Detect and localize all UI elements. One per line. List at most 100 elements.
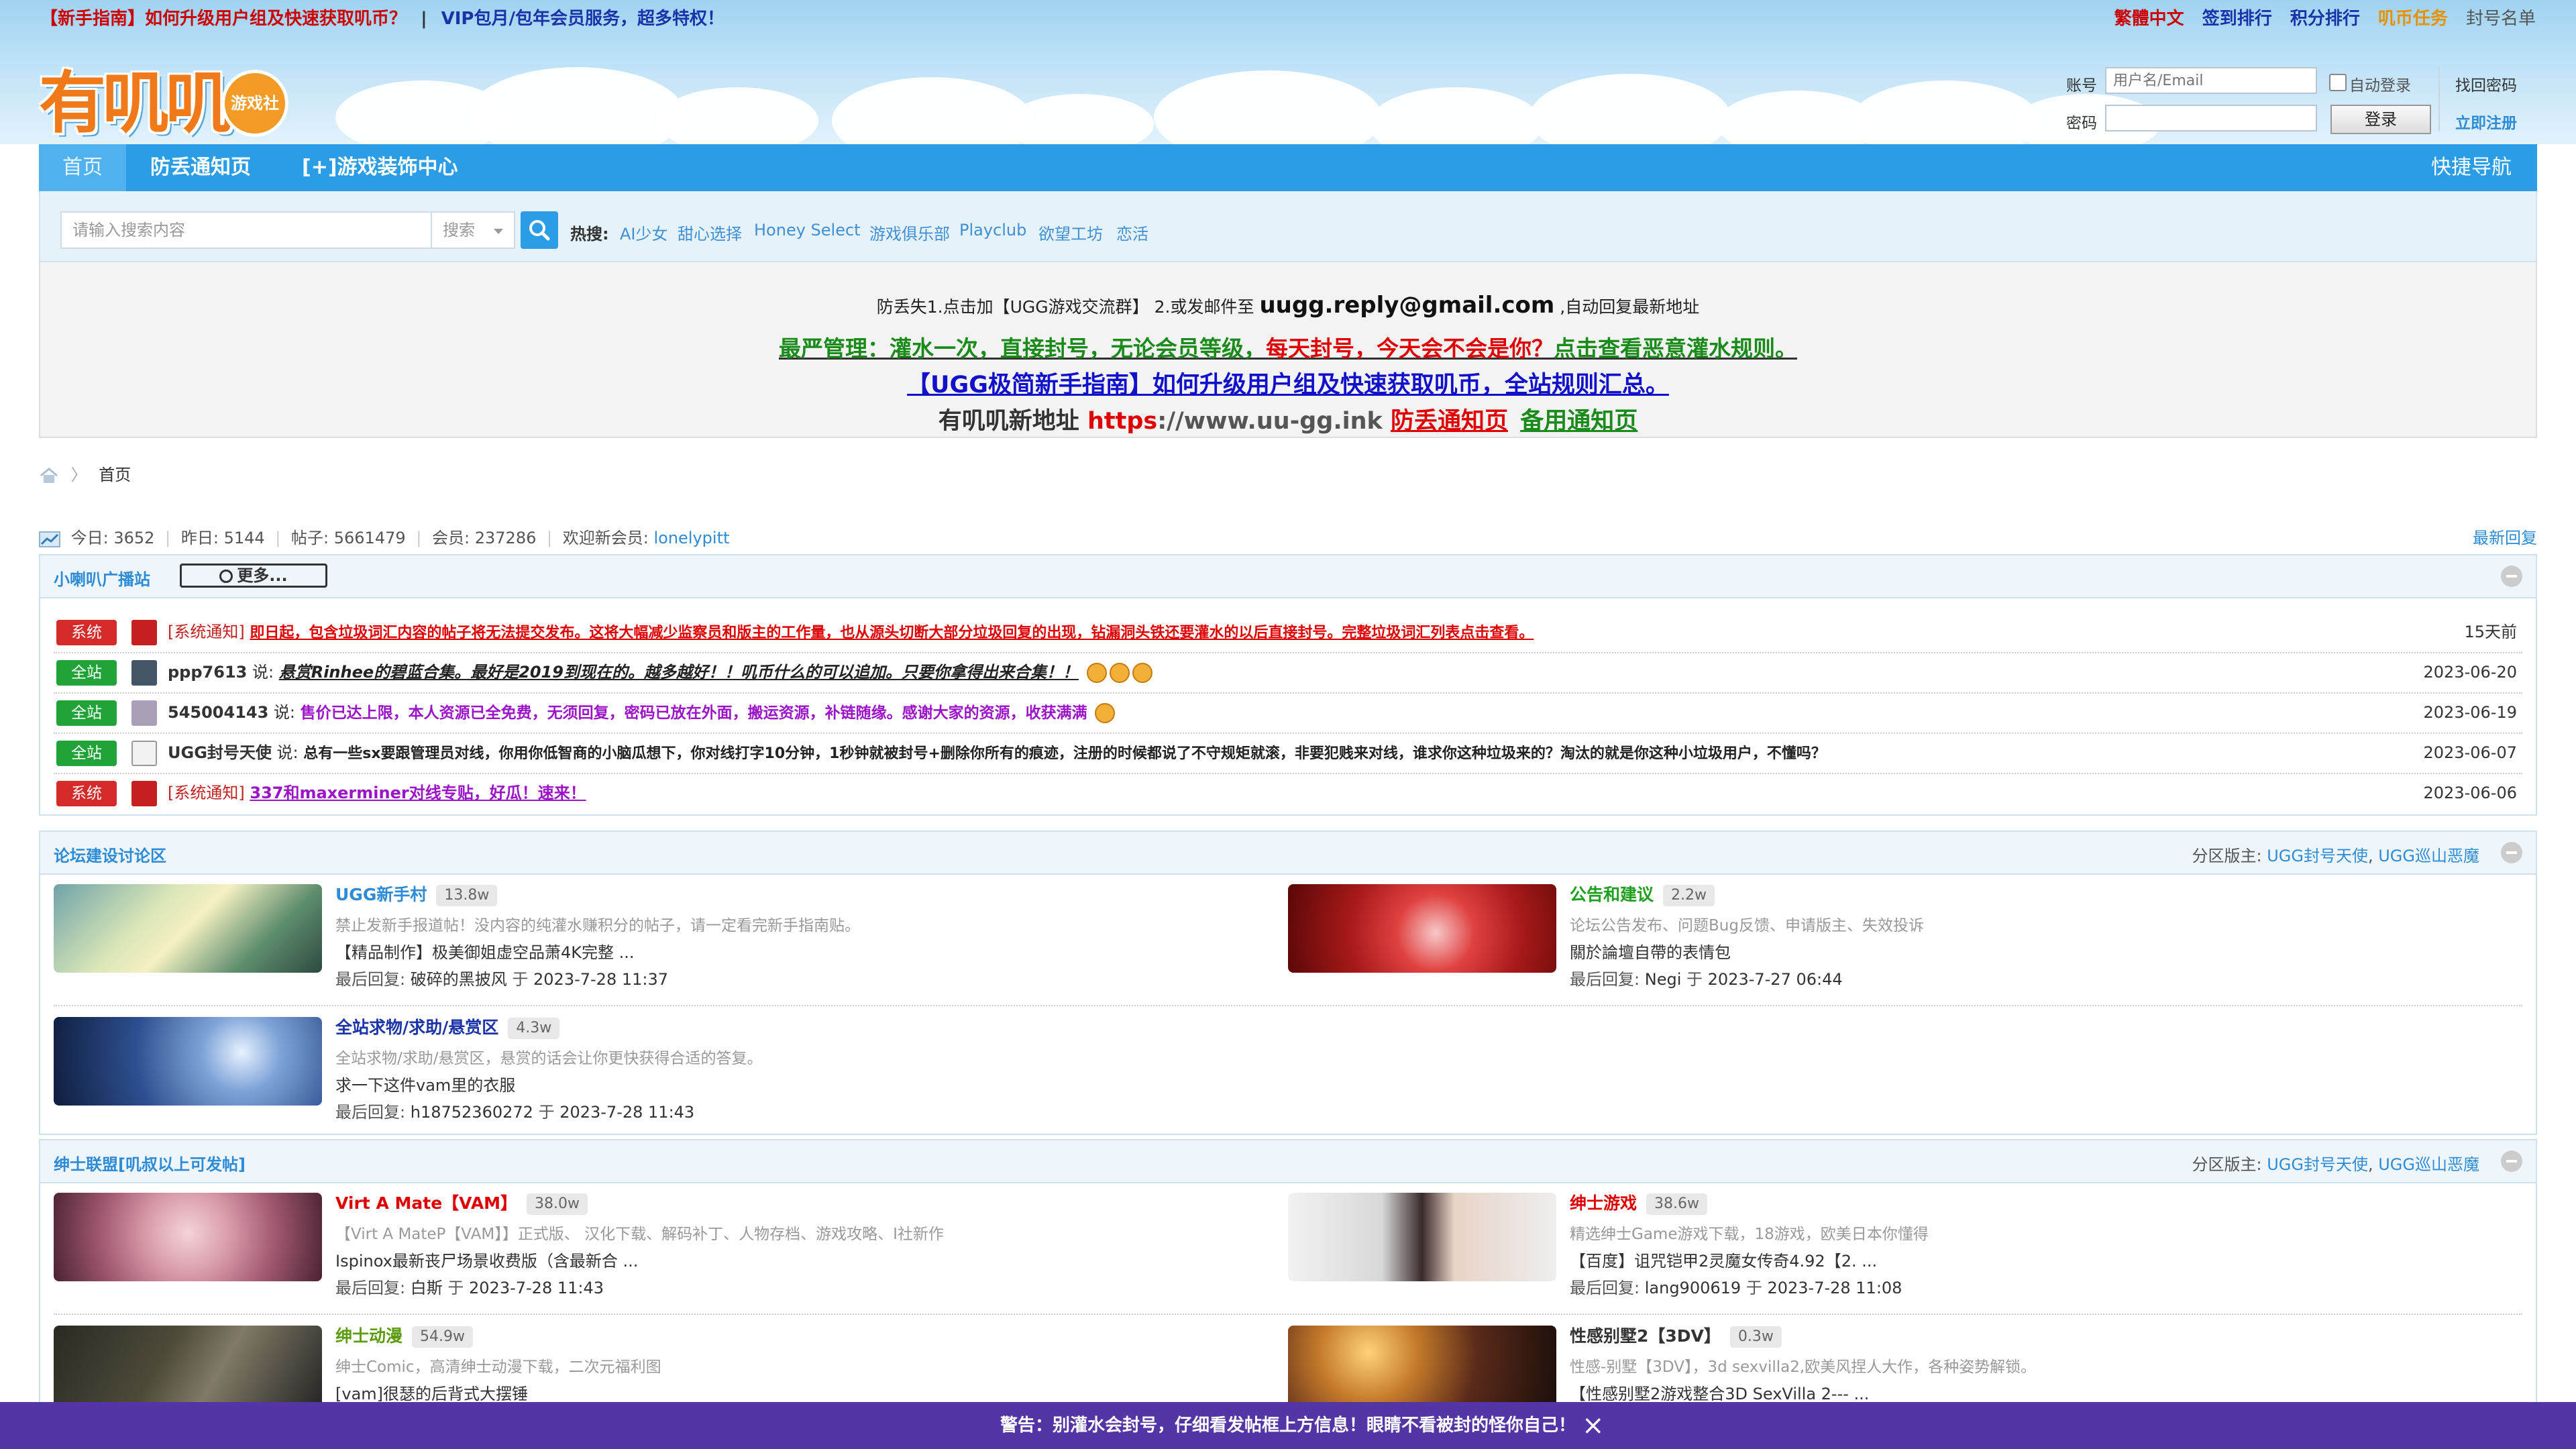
forum-name[interactable]: 绅士动漫 [335, 1326, 402, 1346]
broadcast-row[interactable]: 全站 UGG封号天使 说: 总有一些sx要跟管理员对线，你用你低智商的小脑瓜想下… [54, 733, 2522, 774]
collapse-icon[interactable] [2501, 566, 2522, 587]
forum-thumbnail[interactable] [54, 1193, 322, 1281]
forum-name[interactable]: 公告和建议 [1570, 885, 1654, 904]
moderator-link[interactable]: UGG封号天使 [2267, 1155, 2368, 1174]
avatar[interactable] [131, 741, 157, 766]
section-title[interactable]: 论坛建设讨论区 [54, 843, 166, 866]
announce-guide-link[interactable]: 【UGG极简新手指南】如何升级用户组及快速获取叽币，全站规则汇总。 [40, 366, 2536, 400]
row-message[interactable]: 悬赏Rinhee的碧蓝合集。最好是2019到现在的。越多越好！！叽币什么的可以追… [279, 663, 1079, 682]
last-reply-user[interactable]: h18752360272 [411, 1103, 533, 1122]
close-icon[interactable]: × [1582, 1402, 1605, 1449]
announce-rules-link[interactable]: 最严管理：灌水一次，直接封号，无论会员等级，每天封号，今天会不会是你？点击查看恶… [40, 331, 2536, 363]
row-message[interactable]: 总有一些sx要跟管理员对线，你用你低智商的小脑瓜想下，你对线打字10分钟，1秒钟… [303, 745, 1826, 762]
search-type-select[interactable]: 搜索 [432, 211, 515, 249]
row-user[interactable]: UGG封号天使 [168, 743, 272, 762]
nav-quick-nav[interactable]: 快捷导航 [2431, 144, 2512, 191]
latest-reply-link[interactable]: 最新回复 [2473, 525, 2537, 548]
hot-search-link[interactable]: Playclub [959, 221, 1026, 239]
forum-thumbnail[interactable] [1288, 884, 1556, 973]
broadcast-row[interactable]: 系统 [系统通知] 337和maxerminer对线专贴，好瓜！速来！ 2023… [54, 773, 2522, 813]
moderator-link[interactable]: UGG封号天使 [2267, 847, 2368, 865]
row-user[interactable]: ppp7613 [168, 663, 247, 682]
moderator-link[interactable]: UGG巡山恶魔 [2378, 847, 2479, 865]
collapse-icon[interactable] [2501, 842, 2522, 863]
home-icon[interactable] [39, 466, 59, 485]
announce-rules-b: 每天封号，今天会不会是你？ [1266, 335, 1554, 362]
last-thread-link[interactable]: 【性感别墅2游戏整合3D SexVilla 2--- ... [1570, 1381, 1869, 1404]
forum-name[interactable]: Virt A Mate【VAM】 [335, 1193, 517, 1213]
password-input[interactable] [2105, 105, 2317, 131]
register-link[interactable]: 立即注册 [2455, 110, 2517, 133]
forum-thumbnail[interactable] [1288, 1193, 1556, 1281]
row-message[interactable]: 337和maxerminer对线专贴，好瓜！速来！ [250, 784, 586, 802]
hot-search-link[interactable]: 欲望工坊 [1038, 221, 1103, 244]
last-thread-link[interactable]: 【百度】诅咒铠甲2灵魔女传奇4.92【2. ... [1570, 1248, 1877, 1271]
broadcast-row[interactable]: 系统 [系统通知] 即日起，包含垃圾词汇内容的帖子将无法提交发布。这将大幅减少监… [54, 612, 2522, 653]
clock-icon [219, 570, 233, 583]
nav-lost-notice[interactable]: 防丢通知页 [150, 144, 251, 191]
hot-search-link[interactable]: AI少女 [620, 221, 668, 244]
moderator-link[interactable]: UGG巡山恶魔 [2378, 1155, 2479, 1174]
row-message[interactable]: 售价已达上限，本人资源已全免费，无须回复，密码已放在外面，搬运资源，补链随缘。感… [301, 704, 1087, 722]
avatar[interactable] [131, 700, 157, 726]
forum-name[interactable]: 全站求物/求助/悬赏区 [335, 1018, 498, 1037]
warning-text: 警告：别灌水会封号，仔细看发帖框上方信息！眼睛不看被封的怪你自己！ [1000, 1415, 1576, 1436]
collapse-icon[interactable] [2501, 1150, 2522, 1172]
last-reply-user[interactable]: lang900619 [1645, 1279, 1741, 1297]
at-label: 于 [447, 1279, 464, 1297]
login-button[interactable]: 登录 [2330, 105, 2431, 134]
lost-notice-link[interactable]: 防丢通知页 [1391, 408, 1508, 435]
row-user[interactable]: 545004143 [168, 703, 268, 722]
last-thread-link[interactable]: [vam]很瑟的后背式大摆锤 [335, 1381, 528, 1404]
broadcast-title[interactable]: 小喇叭广播站 [54, 566, 150, 590]
avatar[interactable] [131, 660, 157, 686]
last-reply-user[interactable]: Negi [1645, 970, 1682, 989]
row-user[interactable]: [系统通知] [168, 784, 245, 802]
broadcast-more-button[interactable]: 更多... [180, 564, 327, 588]
forum-name[interactable]: 绅士游戏 [1570, 1193, 1637, 1213]
hot-search-link[interactable]: Honey Select [754, 221, 861, 239]
forum-name[interactable]: UGG新手村 [335, 885, 427, 904]
last-thread-link[interactable]: 【精品制作】极美御姐虚空品萧4K完整 ... [335, 939, 635, 963]
last-reply-user[interactable]: 破碎的黑披风 [411, 970, 507, 989]
backup-notice-link[interactable]: 备用通知页 [1520, 408, 1638, 435]
newest-member-link[interactable]: lonelypitt [653, 529, 729, 547]
forum-thumbnail[interactable] [54, 1326, 322, 1414]
newbie-guide-link[interactable]: 【新手指南】如何升级用户组及快速获取叽币？ [40, 9, 407, 29]
forum-thumbnail[interactable] [54, 884, 322, 973]
last-thread-link[interactable]: Ispinox最新丧尸场景收费版（含最新合 ... [335, 1248, 638, 1271]
breadcrumb-home[interactable]: 首页 [99, 466, 131, 484]
last-thread-link[interactable]: 關於論壇自帶的表情包 [1570, 939, 1731, 963]
row-message[interactable]: 即日起，包含垃圾词汇内容的帖子将无法提交发布。这将大幅减少监察员和版主的工作量，… [250, 625, 1534, 641]
last-thread-link[interactable]: 求一下这件vam里的衣服 [335, 1072, 515, 1095]
search-input[interactable]: 请输入搜索内容 [60, 211, 432, 249]
coin-task-link[interactable]: 叽币任务 [2378, 9, 2448, 29]
hot-search-link[interactable]: 甜心选择 [678, 221, 742, 244]
traditional-chinese-link[interactable]: 繁體中文 [2114, 9, 2184, 29]
row-user[interactable]: [系统通知] [168, 623, 245, 641]
forum-name[interactable]: 性感别墅2【3DV】 [1570, 1326, 1721, 1346]
nav-home[interactable]: 首页 [39, 144, 126, 191]
signin-rank-link[interactable]: 签到排行 [2202, 9, 2272, 29]
find-password-link[interactable]: 找回密码 [2455, 72, 2517, 95]
tag-system: 系统 [56, 781, 117, 806]
hot-search-link[interactable]: 恋活 [1116, 221, 1148, 244]
account-input[interactable] [2105, 67, 2317, 94]
forum-description: 绅士Comic，高清绅士动漫下载，二次元福利图 [335, 1358, 661, 1376]
broadcast-row[interactable]: 全站 ppp7613 说: 悬赏Rinhee的碧蓝合集。最好是2019到现在的。… [54, 652, 2522, 694]
nav-decoration-center[interactable]: [+]游戏装饰中心 [302, 144, 458, 191]
forum-section-construction: 论坛建设讨论区 分区版主: UGG封号天使, UGG巡山恶魔 UGG新手村 13.… [39, 830, 2537, 1135]
site-logo[interactable]: 有叽叽 游戏社 [39, 48, 288, 142]
broadcast-row[interactable]: 全站 545004143 说: 售价已达上限，本人资源已全免费，无须回复，密码已… [54, 692, 2522, 734]
hot-search-link[interactable]: 游戏俱乐部 [869, 221, 950, 244]
banned-list-link[interactable]: 封号名单 [2466, 9, 2536, 29]
vip-service-link[interactable]: VIP包月/包年会员服务，超多特权！ [441, 9, 724, 29]
points-rank-link[interactable]: 积分排行 [2290, 9, 2360, 29]
section-title[interactable]: 绅士联盟[叽叔以上可发帖] [54, 1151, 246, 1175]
forum-thumbnail[interactable] [1288, 1326, 1556, 1414]
last-reply-time: 2023-7-27 06:44 [1707, 970, 1843, 989]
search-button[interactable] [521, 211, 558, 249]
last-reply-user[interactable]: 白斯 [411, 1279, 443, 1297]
auto-login-checkbox[interactable] [2329, 74, 2347, 91]
forum-thumbnail[interactable] [54, 1017, 322, 1106]
